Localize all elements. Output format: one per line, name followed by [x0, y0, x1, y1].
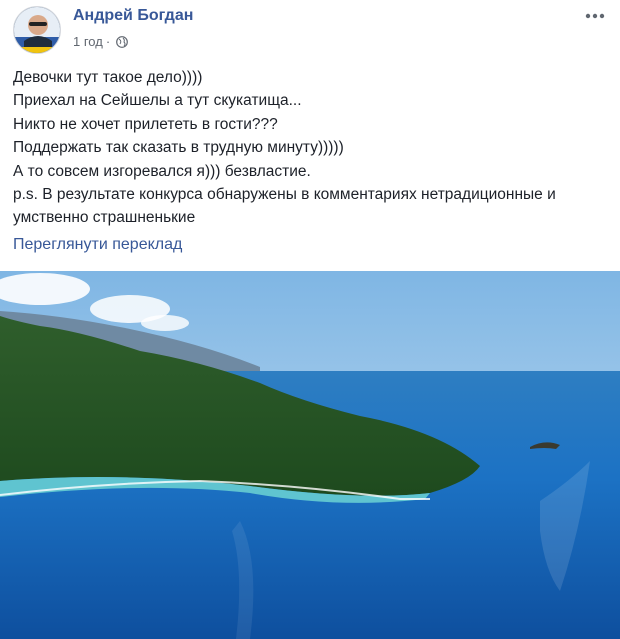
post-line: Поддержать так сказать в трудную минуту)… — [13, 139, 344, 157]
post-text: Девочки тут такое дело)))) Приехал на Се… — [13, 66, 613, 230]
seychelles-coast-photo — [0, 271, 620, 639]
author-avatar[interactable] — [13, 6, 61, 54]
author-name[interactable]: Андрей Богдан — [73, 7, 193, 25]
post-line: Приехал на Сейшелы а тут скукатища... — [13, 92, 302, 110]
post-header: Андрей Богдан 1 год · — [0, 0, 620, 62]
post-time[interactable]: 1 год — [73, 34, 103, 49]
post-line: p.s. В результате конкурса обнаружены в … — [13, 186, 556, 227]
meta-separator: · — [105, 34, 111, 49]
post-line: А то совсем изгоревался я))) безвластие. — [13, 162, 311, 180]
post-meta: 1 год · — [73, 34, 129, 49]
post-line: Девочки тут такое дело)))) — [13, 69, 203, 86]
post-line: Никто не хочет прилететь в гости??? — [13, 115, 278, 133]
avatar-photo — [14, 7, 60, 53]
more-options-icon[interactable] — [584, 10, 606, 22]
globe-icon — [116, 35, 129, 48]
post-photo[interactable] — [0, 271, 620, 639]
see-translation-link[interactable]: Переглянути переклад — [13, 236, 182, 254]
